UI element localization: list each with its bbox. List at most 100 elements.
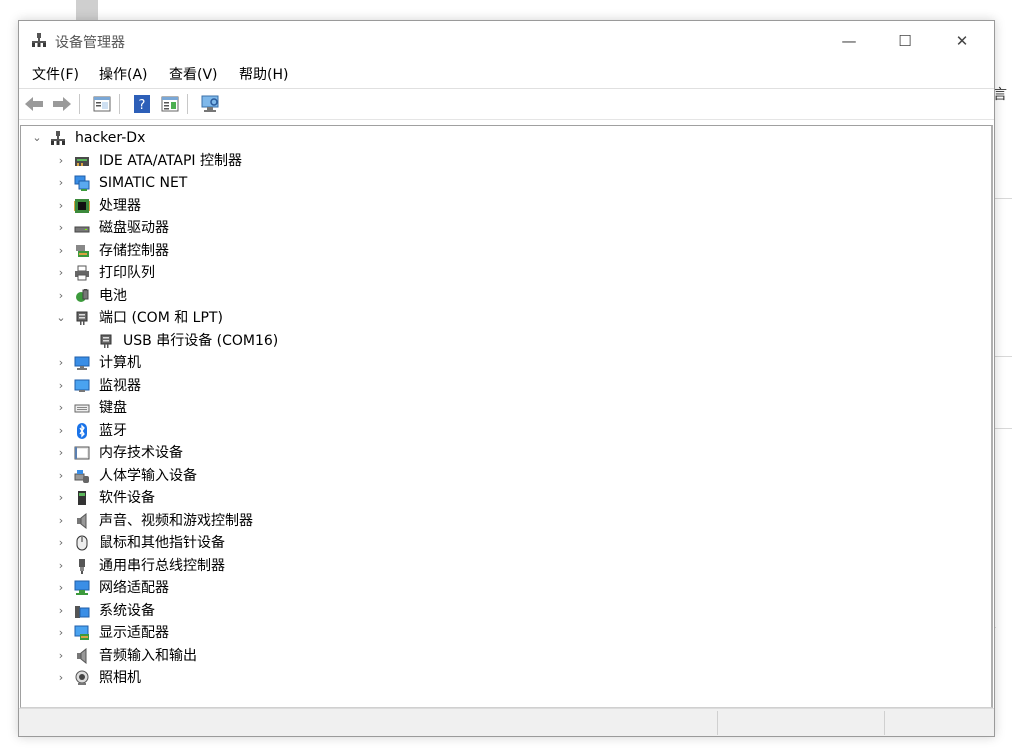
forward-arrow-icon[interactable] <box>51 94 73 114</box>
help-icon[interactable]: ? <box>131 94 153 114</box>
expand-arrow-icon[interactable]: › <box>55 577 67 599</box>
expand-arrow-icon[interactable]: › <box>55 217 67 239</box>
tree-category[interactable]: › 键盘 <box>21 397 981 419</box>
expand-arrow-icon[interactable]: › <box>55 532 67 554</box>
background-divider <box>995 198 1012 199</box>
disk-drive-icon <box>74 226 90 233</box>
tree-category[interactable]: › 人体学输入设备 <box>21 465 981 487</box>
expand-arrow-icon[interactable]: ⌄ <box>31 127 43 149</box>
tree-category[interactable]: › SIMATIC NET <box>21 172 981 194</box>
properties-icon[interactable] <box>159 94 181 114</box>
menu-bar: 文件(F) 操作(A) 查看(V) 帮助(H) <box>19 64 994 86</box>
tree-category[interactable]: › 电池 <box>21 285 981 307</box>
title-bar[interactable]: 设备管理器 — ☐ ✕ <box>19 21 994 61</box>
usb-icon <box>79 558 85 574</box>
status-divider <box>884 711 885 735</box>
background-window-fragment <box>76 0 98 20</box>
tree-node-label: 处理器 <box>99 197 141 214</box>
processor-icon <box>74 198 90 213</box>
tree-node-label: 存储控制器 <box>99 242 169 259</box>
expand-arrow-icon[interactable]: › <box>55 420 67 442</box>
expand-arrow-icon[interactable]: › <box>55 667 67 689</box>
expand-arrow-icon[interactable]: › <box>55 397 67 419</box>
mouse-icon <box>76 535 88 551</box>
show-hide-tree-icon[interactable] <box>91 94 113 114</box>
expand-arrow-icon[interactable]: › <box>55 600 67 622</box>
camera-icon <box>75 670 89 685</box>
menu-view[interactable]: 查看(V) <box>169 64 218 86</box>
network-adapter-icon <box>74 580 90 595</box>
tree-device[interactable]: USB 串行设备 (COM16) <box>21 330 981 352</box>
printer-icon <box>75 265 89 281</box>
tree-node-label: 人体学输入设备 <box>99 467 197 484</box>
display-adapter-icon <box>74 625 89 640</box>
expand-arrow-icon[interactable]: › <box>55 487 67 509</box>
tree-category[interactable]: › 打印队列 <box>21 262 981 284</box>
tree-root[interactable]: ⌄ hacker-Dx <box>21 127 981 149</box>
tree-category[interactable]: › 内存技术设备 <box>21 442 981 464</box>
expand-arrow-icon[interactable]: › <box>55 375 67 397</box>
back-arrow-icon[interactable] <box>23 94 45 114</box>
tree-node-label: 内存技术设备 <box>99 445 183 461</box>
expand-arrow-icon[interactable]: › <box>55 622 67 644</box>
tree-category[interactable]: › 软件设备 <box>21 487 981 509</box>
help-glyph: ? <box>139 98 146 113</box>
tree-category[interactable]: › 通用串行总线控制器 <box>21 555 981 577</box>
expand-arrow-icon[interactable]: › <box>55 150 67 172</box>
tree-node-label: 显示适配器 <box>99 625 169 641</box>
menu-action[interactable]: 操作(A) <box>99 64 148 86</box>
tree-node-label: 蓝牙 <box>99 422 127 439</box>
tree-node-label: SIMATIC NET <box>99 175 188 191</box>
battery-icon <box>76 288 89 302</box>
tree-node-label: IDE ATA/ATAPI 控制器 <box>99 152 243 169</box>
device-tree[interactable]: ⌄ hacker-Dx › IDE ATA/ATAPI 控制器 › SIMATIC NET… <box>20 125 993 708</box>
tree-node-label: 磁盘驱动器 <box>99 220 169 236</box>
tree-category[interactable]: › 音频输入和输出 <box>21 645 981 667</box>
tree-category[interactable]: › IDE ATA/ATAPI 控制器 <box>21 150 981 172</box>
tree-node-label: 软件设备 <box>99 490 155 506</box>
tree-category[interactable]: › 存储控制器 <box>21 240 981 262</box>
tree-category[interactable]: › 系统设备 <box>21 600 981 622</box>
expand-arrow-icon[interactable]: › <box>55 442 67 464</box>
tree-node-label: 音频输入和输出 <box>99 647 197 664</box>
expand-arrow-icon[interactable]: › <box>55 195 67 217</box>
network-icon <box>74 175 90 191</box>
status-bar <box>19 708 994 736</box>
expand-arrow-icon[interactable]: › <box>55 465 67 487</box>
expand-arrow-icon[interactable]: › <box>55 240 67 262</box>
tree-category[interactable]: › 显示适配器 <box>21 622 981 644</box>
speaker-icon <box>77 512 87 529</box>
scan-hardware-icon[interactable] <box>199 94 221 114</box>
tree-category[interactable]: › 鼠标和其他指针设备 <box>21 532 981 554</box>
expand-arrow-icon[interactable]: › <box>55 262 67 284</box>
menu-help[interactable]: 帮助(H) <box>239 64 288 86</box>
tree-category[interactable]: › 计算机 <box>21 352 981 374</box>
expand-arrow-icon[interactable]: › <box>55 172 67 194</box>
tree-category[interactable]: › 网络适配器 <box>21 577 981 599</box>
tree-category[interactable]: › 声音、视频和游戏控制器 <box>21 510 981 532</box>
expand-arrow-icon[interactable]: › <box>55 645 67 667</box>
tree-node-label: 鼠标和其他指针设备 <box>99 535 225 551</box>
tree-node-label: hacker-Dx <box>75 130 146 146</box>
tree-category[interactable]: ⌄ 端口 (COM 和 LPT) <box>21 307 981 329</box>
close-button[interactable]: ✕ <box>939 21 985 61</box>
expand-arrow-icon[interactable]: › <box>55 352 67 374</box>
minimize-button[interactable]: — <box>826 21 872 61</box>
tree-category[interactable]: › 处理器 <box>21 195 981 217</box>
tree-category[interactable]: › 蓝牙 <box>21 420 981 442</box>
tree-node-label: 监视器 <box>99 377 141 394</box>
keyboard-icon <box>74 404 90 413</box>
tree-category[interactable]: › 监视器 <box>21 375 981 397</box>
software-device-icon <box>78 491 86 505</box>
tree-node-label: 声音、视频和游戏控制器 <box>99 512 253 529</box>
menu-file[interactable]: 文件(F) <box>32 64 79 86</box>
expand-arrow-icon[interactable]: › <box>55 555 67 577</box>
expand-arrow-icon[interactable]: › <box>55 285 67 307</box>
expand-arrow-icon[interactable]: › <box>55 510 67 532</box>
toolbar-separator <box>187 94 188 114</box>
maximize-button[interactable]: ☐ <box>882 21 928 61</box>
background-divider <box>995 428 1012 429</box>
tree-category[interactable]: › 照相机 <box>21 667 981 689</box>
expand-arrow-icon[interactable]: ⌄ <box>55 307 67 329</box>
tree-category[interactable]: › 磁盘驱动器 <box>21 217 981 239</box>
